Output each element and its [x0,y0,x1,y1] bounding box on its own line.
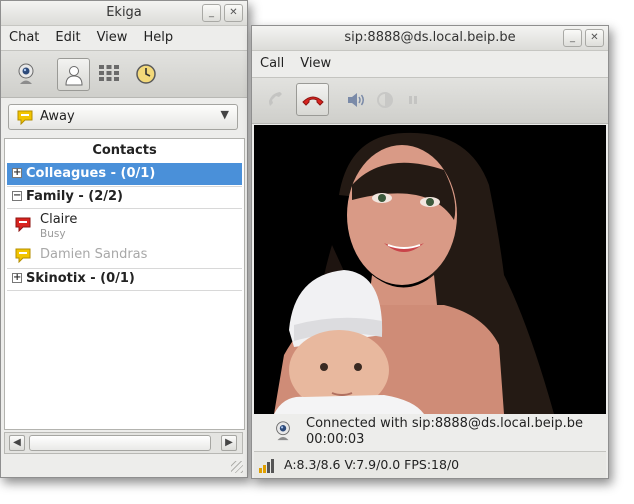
webcam-button[interactable] [11,59,41,89]
presence-status-select[interactable]: Away ▼ [8,104,238,130]
video-settings-icon [377,92,393,108]
contact-name: Damien Sandras [40,247,148,262]
away-bubble-icon [15,248,31,263]
contact-name: Claire [40,212,78,227]
hangup-phone-icon [301,96,324,106]
call-status-text: Connected with sip:8888@ds.local.beip.be [306,416,584,431]
hangup-button[interactable] [296,83,329,116]
presence-status-label: Away [40,109,75,124]
horizontal-scrollbar[interactable]: ◀ ▶ [4,432,243,454]
call-toolbar [252,77,608,124]
contacts-roster: Contacts + Colleagues - (0/1) − Family -… [4,138,245,430]
scroll-thumb[interactable] [29,435,211,451]
menu-help[interactable]: Help [135,27,181,49]
contact-status: Busy [40,228,66,240]
call-status-panel: Connected with sip:8888@ds.local.beip.be… [254,414,606,451]
group-row-family[interactable]: − Family - (2/2) [7,186,242,208]
video-frame-image [254,125,606,414]
pause-button[interactable] [398,85,428,115]
call-window-title: sip:8888@ds.local.beip.be [344,30,516,45]
statusbar: A:8.3/8.6 V:7.9/0.0 FPS:18/0 [254,451,606,478]
group-name: Skinotix - (0/1) [26,271,135,286]
contact-row-claire[interactable]: Claire Busy [7,211,242,243]
webcam-icon [276,421,290,441]
right-menubar: Call View [252,53,608,75]
minimize-button[interactable]: _ [202,4,221,22]
contacts-icon [64,65,83,85]
dialpad-icon [99,65,119,81]
menu-edit[interactable]: Edit [47,27,88,49]
group-name: Family - (2/2) [26,189,123,204]
menu-call[interactable]: Call [252,53,292,75]
left-window-title: Ekiga [106,5,142,20]
collapse-icon[interactable]: − [12,191,22,201]
ekiga-main-window: Ekiga _ ✕ Chat Edit View Help Away ▼ Con… [0,0,248,478]
expand-icon[interactable]: + [12,168,22,178]
minimize-button[interactable]: _ [563,29,582,47]
group-divider [7,208,242,209]
left-toolbar [1,50,247,98]
menu-view[interactable]: View [292,53,339,75]
scroll-left-icon[interactable]: ◀ [9,435,25,451]
pickup-phone-icon [269,92,282,106]
remote-video [254,125,606,414]
call-history-button[interactable] [131,59,161,89]
webcam-icon [18,63,34,84]
contacts-header: Contacts [92,143,157,158]
busy-bubble-icon [15,217,31,232]
scroll-right-icon[interactable]: ▶ [221,435,237,451]
resize-grip-icon[interactable] [231,461,243,473]
call-window: sip:8888@ds.local.beip.be _ ✕ Call View [251,25,609,479]
signal-strength-icon [259,459,274,473]
right-titlebar[interactable]: sip:8888@ds.local.beip.be _ ✕ [252,26,608,51]
away-bubble-icon [17,110,33,125]
contact-row-damien[interactable]: Damien Sandras [7,246,242,268]
volume-button[interactable] [342,85,372,115]
call-duration: 00:00:03 [306,432,365,447]
volume-icon [348,93,364,107]
menu-chat[interactable]: Chat [1,27,47,49]
left-menubar: Chat Edit View Help [1,27,247,49]
left-titlebar[interactable]: Ekiga _ ✕ [1,1,247,26]
close-button[interactable]: ✕ [585,29,604,47]
pickup-button[interactable] [261,85,291,115]
expand-icon[interactable]: + [12,273,22,283]
chevron-down-icon: ▼ [220,108,229,121]
call-history-icon [136,64,156,84]
dialpad-button[interactable] [94,59,124,89]
contacts-button[interactable] [57,58,90,91]
group-divider [7,290,242,291]
close-button[interactable]: ✕ [224,4,243,22]
group-row-colleagues[interactable]: + Colleagues - (0/1) [7,163,242,185]
menu-view[interactable]: View [89,27,136,49]
codec-stats: A:8.3/8.6 V:7.9/0.0 FPS:18/0 [284,457,460,472]
pause-icon [409,96,417,104]
video-settings-button[interactable] [370,85,400,115]
group-name: Colleagues - (0/1) [26,166,156,181]
group-row-skinotix[interactable]: + Skinotix - (0/1) [7,268,242,290]
